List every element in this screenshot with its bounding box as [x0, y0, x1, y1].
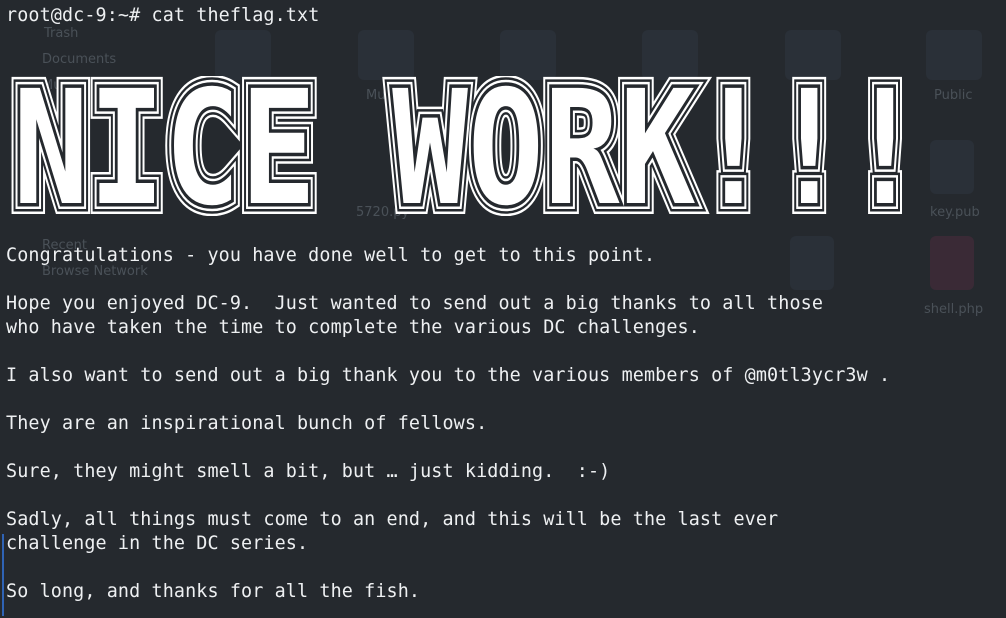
output-line: I also want to send out a big thank you …: [6, 365, 891, 386]
shell-command: cat theflag.txt: [151, 5, 320, 26]
terminal-window[interactable]: root@dc-9:~# cat theflag.txt NICE WORK!!…: [0, 0, 1006, 618]
selection-marker: [2, 534, 4, 616]
output-line: So long, and thanks for all the fish.: [6, 581, 421, 602]
output-line: Congratulations - you have done well to …: [6, 245, 656, 266]
output-line: Hope you enjoyed DC-9. Just wanted to se…: [6, 293, 824, 314]
output-line: who have taken the time to complete the …: [6, 317, 700, 338]
output-line: They are an inspirational bunch of fello…: [6, 413, 488, 434]
command-line: root@dc-9:~# cat theflag.txt: [6, 4, 319, 28]
shell-prompt: root@dc-9:~#: [6, 5, 152, 26]
output-line: Sadly, all things must come to an end, a…: [6, 509, 779, 530]
ascii-art-banner: NICE WORK!!! NICE WORK!!! NICE WORK!!! N…: [6, 76, 931, 216]
output-line: challenge in the DC series.: [6, 533, 309, 554]
banner-text: NICE WORK!!!: [13, 76, 923, 216]
output-line: Sure, they might smell a bit, but … just…: [6, 461, 611, 482]
